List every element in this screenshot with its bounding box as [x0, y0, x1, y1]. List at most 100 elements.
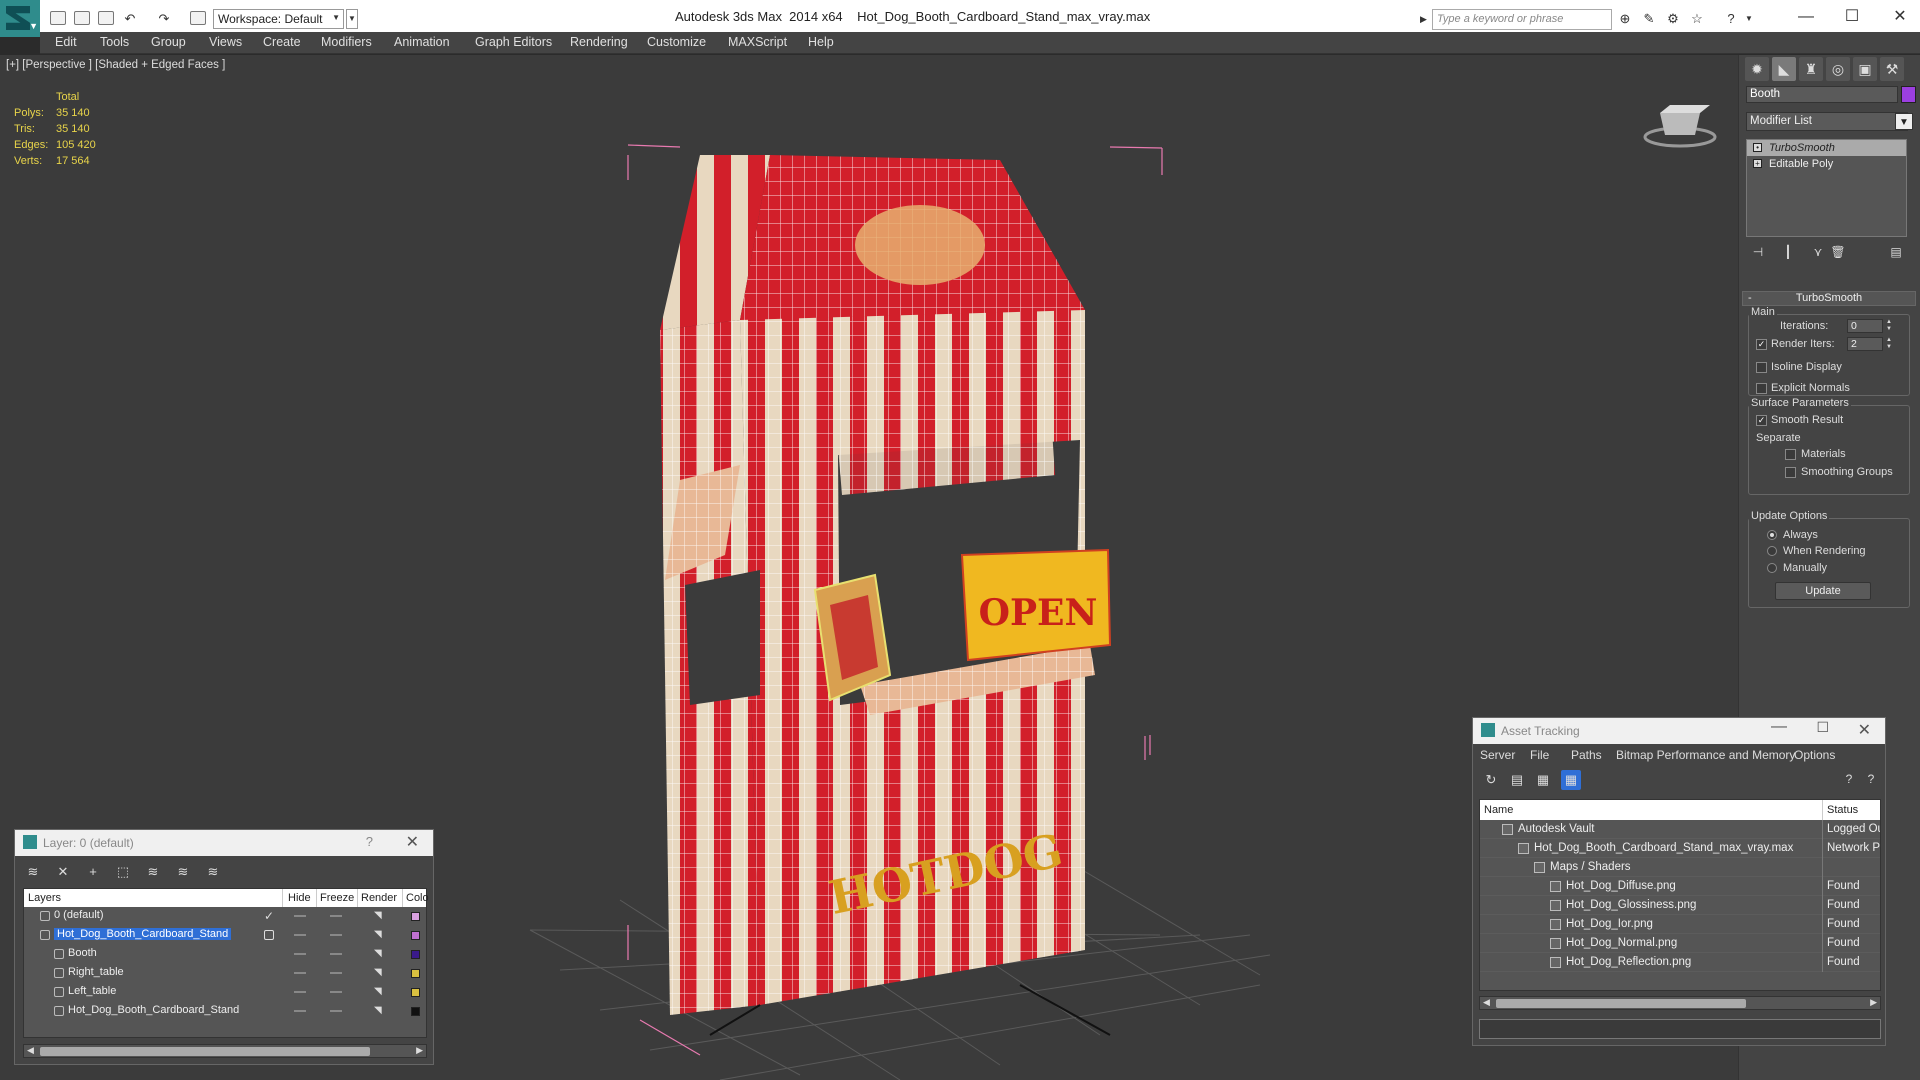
menu-customize[interactable]: Customize	[647, 35, 706, 49]
render-teapot-icon[interactable]: ◥	[374, 968, 385, 978]
spinner-arrows-icon[interactable]: ▲ ▼	[1885, 319, 1893, 333]
asset-row[interactable]: Maps / Shaders	[1480, 858, 1880, 877]
favorites-star-icon[interactable]: ☆	[1689, 12, 1705, 26]
help-contents-icon[interactable]: ?	[1863, 772, 1879, 788]
stack-item-turbosmooth[interactable]: • TurboSmooth	[1747, 140, 1906, 156]
object-name-field[interactable]: Booth	[1746, 86, 1898, 103]
layer-name[interactable]: Left_table	[68, 985, 116, 997]
asset-row[interactable]: Hot_Dog_Ior.png Found	[1480, 915, 1880, 934]
layer-row[interactable]: Left_table ◥	[24, 983, 426, 1002]
render-teapot-icon[interactable]: ◥	[374, 930, 385, 940]
object-color-swatch[interactable]	[1901, 86, 1916, 103]
undo-icon[interactable]: ↶	[122, 12, 138, 26]
layer-dialog-titlebar[interactable]: Layer: 0 (default) ? ✕	[15, 830, 433, 856]
column-layers[interactable]: Layers	[28, 892, 61, 904]
close-icon[interactable]: ✕	[406, 832, 419, 852]
render-teapot-icon[interactable]: ◥	[374, 911, 385, 921]
explicit-normals-checkbox[interactable]	[1756, 383, 1767, 394]
layer-row[interactable]: Hot_Dog_Booth_Cardboard_Stand ◥	[24, 926, 426, 945]
layer-color-swatch[interactable]	[411, 931, 420, 940]
render-iters-spinner[interactable]: 2	[1847, 337, 1883, 351]
turbosmooth-rollout-header[interactable]: - TurboSmooth	[1742, 291, 1916, 306]
layer-name[interactable]: 0 (default)	[54, 909, 104, 921]
layer-color-swatch[interactable]	[411, 950, 420, 959]
isoline-display-checkbox[interactable]	[1756, 362, 1767, 373]
close-icon[interactable]: ✕	[1880, 6, 1920, 28]
menu-tools[interactable]: Tools	[100, 35, 129, 49]
workspace-menu-button[interactable]: ▼	[346, 9, 358, 29]
freeze-toggle[interactable]	[330, 934, 342, 936]
asset-row[interactable]: Autodesk Vault Logged Ou	[1480, 820, 1880, 839]
list-view-icon[interactable]: ▤	[1507, 770, 1527, 790]
layer-color-swatch[interactable]	[411, 1007, 420, 1016]
spinner-arrows-icon[interactable]: ▲ ▼	[1885, 337, 1893, 351]
asset-dialog-titlebar[interactable]: Asset Tracking — ☐ ✕	[1473, 718, 1885, 744]
asset-menu-paths[interactable]: Paths	[1571, 748, 1602, 762]
add-to-layer-icon[interactable]: +	[85, 864, 101, 880]
layer-tool-icon[interactable]: ≋	[25, 864, 41, 880]
chevron-down-icon[interactable]: ▼	[1895, 113, 1913, 130]
menu-edit[interactable]: Edit	[55, 35, 77, 49]
render-teapot-icon[interactable]: ◥	[374, 1006, 385, 1016]
render-teapot-icon[interactable]: ◥	[374, 949, 385, 959]
layer-color-swatch[interactable]	[411, 988, 420, 997]
layer-color-swatch[interactable]	[411, 912, 420, 921]
set-active-layer-icon[interactable]	[264, 930, 274, 940]
column-color[interactable]: Colo	[406, 892, 429, 904]
asset-menu-server[interactable]: Server	[1480, 748, 1515, 762]
render-teapot-icon[interactable]: ◥	[374, 987, 385, 997]
layer-row[interactable]: Right_table ◥	[24, 964, 426, 983]
subscription-icon[interactable]: ✎	[1641, 12, 1657, 26]
save-file-icon[interactable]	[98, 11, 114, 25]
hide-toggle[interactable]	[294, 934, 306, 936]
asset-menu-file[interactable]: File	[1530, 748, 1549, 762]
motion-tab-icon[interactable]: ◎	[1826, 57, 1850, 81]
freeze-toggle[interactable]	[330, 972, 342, 974]
open-file-icon[interactable]	[74, 11, 90, 25]
asset-horizontal-scrollbar[interactable]: ◀ ▶	[1479, 996, 1881, 1010]
hide-all-icon[interactable]: ≋	[175, 864, 191, 880]
column-render[interactable]: Render	[361, 892, 397, 904]
search-input[interactable]: Type a keyword or phrase	[1432, 9, 1612, 30]
menu-views[interactable]: Views	[209, 35, 242, 49]
search-expand-icon[interactable]: ▶	[1420, 14, 1427, 25]
layer-name[interactable]: Hot_Dog_Booth_Cardboard_Stand	[68, 1004, 239, 1016]
menu-animation[interactable]: Animation	[394, 35, 450, 49]
menu-rendering[interactable]: Rendering	[570, 35, 628, 49]
lightbulb-icon[interactable]: •	[1753, 143, 1762, 152]
asset-row[interactable]: Hot_Dog_Diffuse.png Found	[1480, 877, 1880, 896]
render-iters-checkbox[interactable]: ✓	[1756, 339, 1767, 350]
update-button[interactable]: Update	[1775, 582, 1871, 600]
smooth-result-checkbox[interactable]: ✓	[1756, 415, 1767, 426]
freeze-toggle[interactable]	[330, 953, 342, 955]
viewcube-icon[interactable]	[1640, 95, 1720, 150]
communication-icon[interactable]: ⚙	[1665, 12, 1681, 26]
layer-row[interactable]: Hot_Dog_Booth_Cardboard_Stand ◥	[24, 1002, 426, 1021]
minimize-icon[interactable]: —	[1771, 718, 1787, 736]
hide-toggle[interactable]	[294, 991, 306, 993]
menu-create[interactable]: Create	[263, 35, 301, 49]
column-name[interactable]: Name	[1484, 804, 1513, 816]
menu-help[interactable]: Help	[808, 35, 834, 49]
menu-graph-editors[interactable]: Graph Editors	[475, 35, 552, 49]
help-icon[interactable]: ?	[1841, 772, 1857, 788]
asset-row[interactable]: Hot_Dog_Normal.png Found	[1480, 934, 1880, 953]
freeze-toggle[interactable]	[330, 1010, 342, 1012]
pin-stack-icon[interactable]: ⊣	[1749, 245, 1767, 263]
remove-modifier-icon[interactable]: 🗑	[1829, 245, 1847, 263]
hierarchy-tab-icon[interactable]: ♜	[1799, 57, 1823, 81]
freeze-toggle[interactable]	[330, 915, 342, 917]
maximize-icon[interactable]: ☐	[1832, 6, 1872, 28]
help-icon[interactable]: ?	[1723, 12, 1739, 26]
materials-checkbox[interactable]	[1785, 449, 1796, 460]
modify-tab-icon[interactable]: ◣	[1772, 57, 1796, 81]
layer-row[interactable]: 0 (default) ✓ ◥	[24, 907, 426, 926]
hide-toggle[interactable]	[294, 1010, 306, 1012]
minimize-icon[interactable]: —	[1786, 6, 1826, 28]
asset-menu-bitmap-performance[interactable]: Bitmap Performance and Memory	[1616, 748, 1795, 762]
stack-item-editable-poly[interactable]: + Editable Poly	[1747, 156, 1906, 172]
workspace-dropdown[interactable]: Workspace: Default ▼	[213, 9, 344, 29]
freeze-all-icon[interactable]: ≋	[205, 864, 221, 880]
column-hide[interactable]: Hide	[288, 892, 311, 904]
layer-name[interactable]: Booth	[68, 947, 97, 959]
